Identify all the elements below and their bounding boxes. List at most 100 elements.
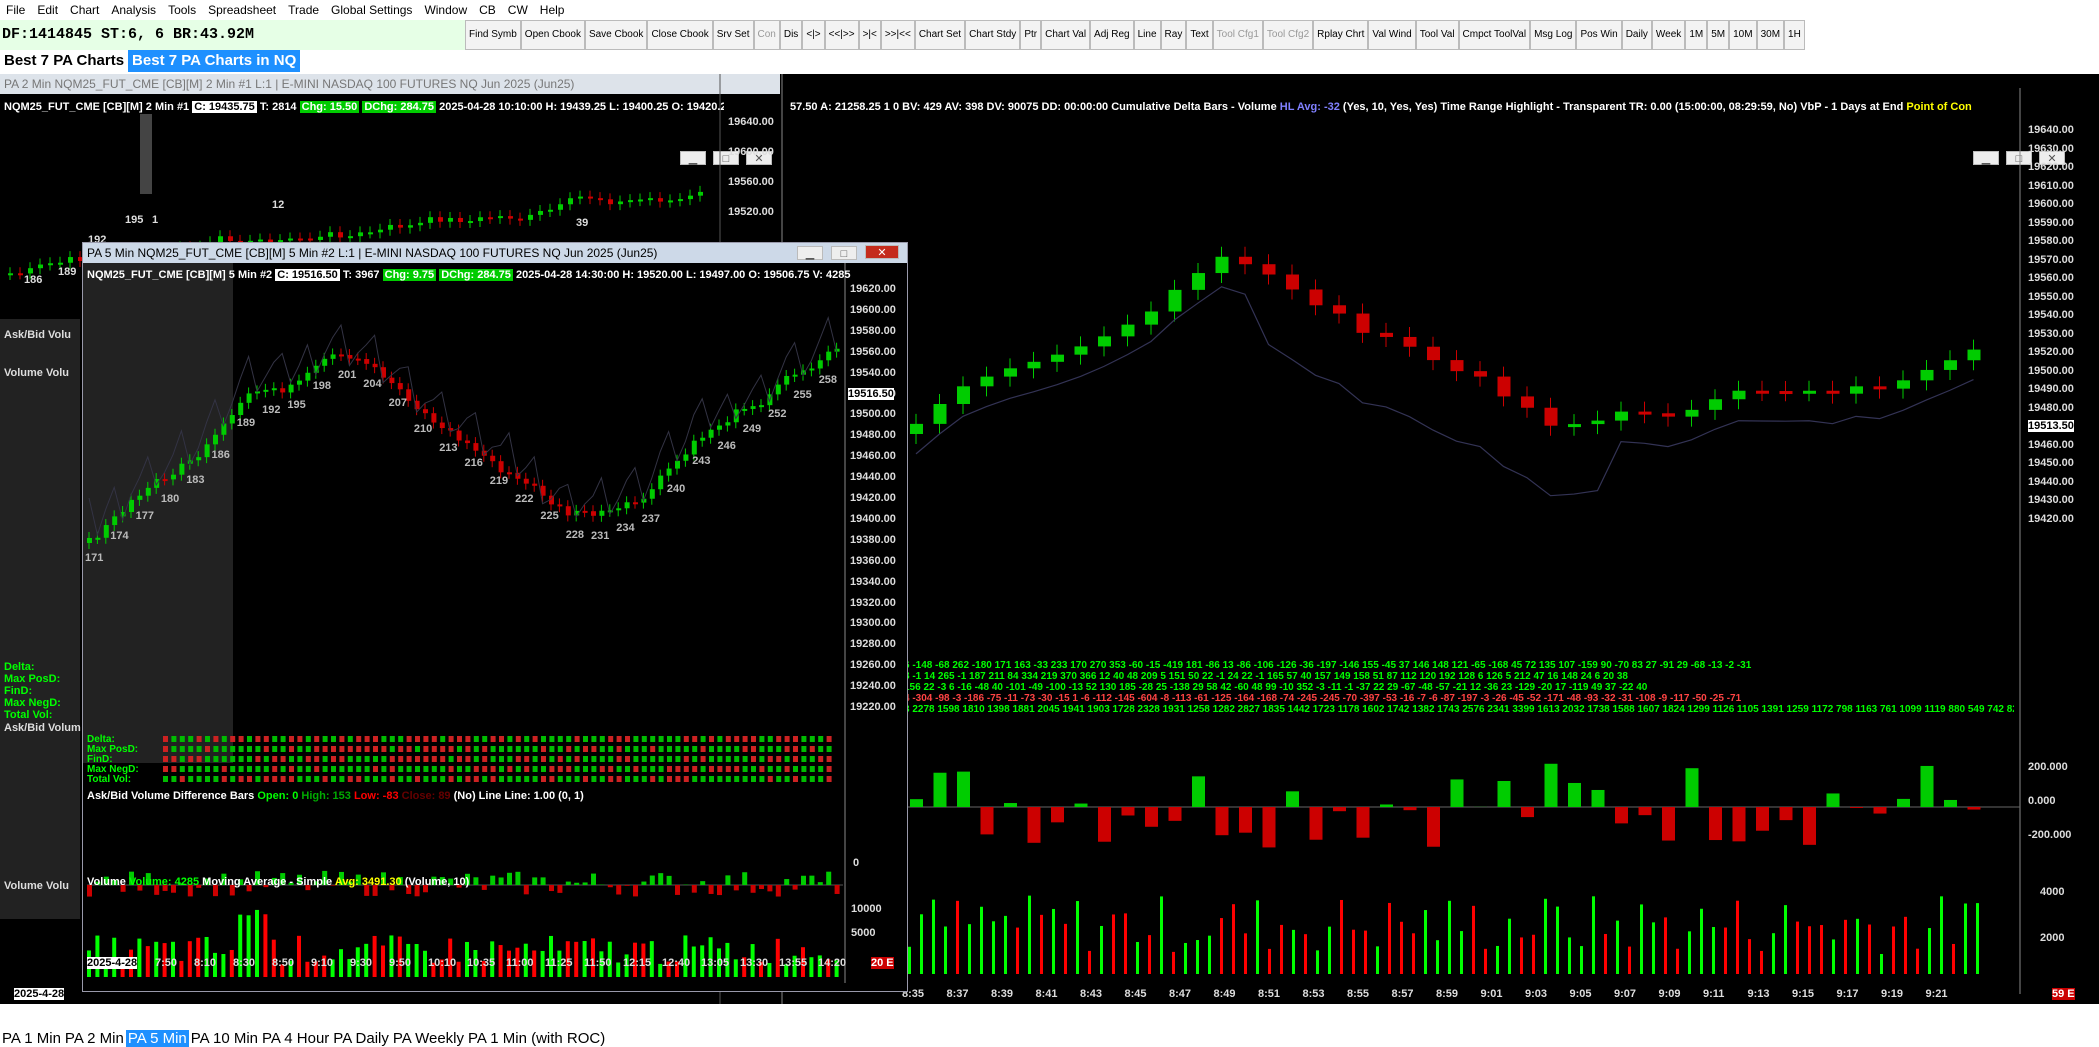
- main-time-label: 8:41: [1035, 988, 1058, 1000]
- pa5-delta-cell: [574, 756, 580, 762]
- pa5-delta-cell: [389, 746, 395, 752]
- toolbar-button-5[interactable]: Con: [753, 20, 780, 50]
- main-delta-row: 3 2278 1598 1810 1398 1881 2045 1941 190…: [904, 704, 2014, 715]
- pa5-delta-cell: [163, 776, 168, 782]
- toolbar-button-11[interactable]: Chart Set: [914, 20, 966, 50]
- toolbar-button-32[interactable]: 30M: [1756, 20, 1785, 50]
- toolbar-button-18[interactable]: Text: [1186, 20, 1213, 50]
- toolbar-button-29[interactable]: 1M: [1685, 20, 1708, 50]
- pa2-candle: [568, 198, 573, 205]
- toolbar-button-17[interactable]: Ray: [1160, 20, 1187, 50]
- pa5-delta-cell: [305, 736, 311, 742]
- toolbar-button-33[interactable]: 1H: [1784, 20, 1805, 50]
- chartbook-tab-6[interactable]: PA Weekly: [391, 1030, 466, 1047]
- toolbar-button-26[interactable]: Pos Win: [1576, 20, 1622, 50]
- toolbar-button-3[interactable]: Close Cbook: [647, 20, 713, 50]
- pa5-delta-cell: [188, 756, 194, 762]
- toolbar-button-23[interactable]: Tool Val: [1415, 20, 1459, 50]
- pa5-price-label: 19340.00: [850, 575, 896, 588]
- toolbar-button-25[interactable]: Msg Log: [1530, 20, 1577, 50]
- menu-spreadsheet[interactable]: Spreadsheet: [202, 0, 282, 20]
- page-tab-0[interactable]: Best 7 PA Charts: [0, 50, 128, 72]
- toolbar-button-4[interactable]: Srv Set: [712, 20, 754, 50]
- pa5-delta-cell: [423, 776, 429, 782]
- pa5-delta-cell: [356, 746, 362, 752]
- chartbook-tab-3[interactable]: PA 10 Min: [189, 1030, 260, 1047]
- pa5-delta-cell: [238, 756, 244, 762]
- main-volume-bar: [1868, 924, 1871, 974]
- menu-chart[interactable]: Chart: [64, 0, 105, 20]
- toolbar-button-14[interactable]: Chart Val: [1041, 20, 1091, 50]
- pa5-delta-cell: [221, 776, 227, 782]
- pa5-delta-cell: [776, 736, 782, 742]
- menu-global-settings[interactable]: Global Settings: [325, 0, 418, 20]
- pa5-candle: [532, 483, 538, 486]
- main-time-label: 8:37: [946, 988, 969, 1000]
- pa5-delta-cell: [751, 746, 756, 752]
- main-volume-bar: [1412, 933, 1415, 974]
- toolbar-button-7[interactable]: <|>: [802, 20, 825, 50]
- menu-tools[interactable]: Tools: [162, 0, 202, 20]
- pa2-candle: [628, 200, 633, 203]
- toolbar-button-10[interactable]: >>|<<: [880, 20, 915, 50]
- menu-file[interactable]: File: [0, 0, 31, 20]
- toolbar-button-9[interactable]: >|<: [858, 20, 881, 50]
- toolbar-button-30[interactable]: 5M: [1707, 20, 1730, 50]
- pa5-window[interactable]: PA 5 Min NQM25_FUT_CME [CB][M] 5 Min #2 …: [82, 242, 908, 992]
- toolbar-button-6[interactable]: Dis: [779, 20, 803, 50]
- pa5-delta-cell: [381, 776, 387, 782]
- pa5-delta-cell: [784, 766, 790, 772]
- toolbar-button-19[interactable]: Tool Cfg1: [1212, 20, 1263, 50]
- pa5-delta-cell: [549, 776, 555, 782]
- toolbar-button-15[interactable]: Adj Reg: [1090, 20, 1134, 50]
- main-candle: [1709, 399, 1722, 410]
- toolbar-button-28[interactable]: Week: [1651, 20, 1686, 50]
- chartbook-tab-0[interactable]: PA 1 Min: [0, 1030, 63, 1047]
- toolbar-button-24[interactable]: Cmpct ToolVal: [1458, 20, 1531, 50]
- toolbar-button-12[interactable]: Chart Stdy: [965, 20, 1021, 50]
- main-price-label: 19630.00: [2028, 142, 2074, 155]
- toolbar-button-2[interactable]: Save Cbook: [584, 20, 648, 50]
- toolbar-button-27[interactable]: Daily: [1621, 20, 1652, 50]
- menu-cw[interactable]: CW: [502, 0, 534, 20]
- toolbar-button-13[interactable]: Ptr: [1020, 20, 1042, 50]
- pa5-delta-cell: [406, 746, 412, 752]
- pa5-candle: [246, 393, 252, 403]
- menu-analysis[interactable]: Analysis: [105, 0, 162, 20]
- page-tab-1[interactable]: Best 7 PA Charts in NQ: [128, 50, 301, 72]
- toolbar-button-22[interactable]: Val Wind: [1368, 20, 1416, 50]
- pa5-volume-bar: [187, 941, 192, 977]
- toolbar-button-0[interactable]: Find Symb: [465, 20, 521, 50]
- menu-edit[interactable]: Edit: [31, 0, 64, 20]
- pa5-delta-cell: [566, 736, 572, 742]
- pa5-window-titlebar[interactable]: PA 5 Min NQM25_FUT_CME [CB][M] 5 Min #2 …: [83, 243, 907, 263]
- toolbar-button-21[interactable]: Rplay Chrt: [1313, 20, 1369, 50]
- pa5-close-button[interactable]: ✕: [865, 245, 899, 259]
- pa5-maximize-button[interactable]: □: [831, 246, 857, 260]
- toolbar-button-16[interactable]: Line: [1133, 20, 1161, 50]
- main-candle: [1051, 354, 1064, 362]
- toolbar-button-1[interactable]: Open Cbook: [520, 20, 585, 50]
- pa5-delta-cell: [255, 776, 261, 782]
- pa5-candle: [95, 537, 101, 540]
- chartbook-tab-2[interactable]: PA 5 Min: [125, 1030, 189, 1047]
- toolbar-button-8[interactable]: <<|>>: [824, 20, 859, 50]
- pa5-delta-cell: [641, 756, 647, 762]
- pa5-candle: [666, 468, 672, 476]
- pa5-time-label: 14:20: [818, 957, 847, 969]
- pa5-delta-cell: [591, 766, 597, 772]
- menu-cb[interactable]: CB: [473, 0, 502, 20]
- chartbook-tab-5[interactable]: PA Daily: [331, 1030, 391, 1047]
- chartbook-tab-1[interactable]: PA 2 Min: [63, 1030, 126, 1047]
- pa5-candle: [742, 408, 748, 411]
- menu-help[interactable]: Help: [534, 0, 571, 20]
- main-delta-bar: [1615, 807, 1628, 824]
- chartbook-tab-4[interactable]: PA 4 Hour: [260, 1030, 331, 1047]
- pa5-minimize-button[interactable]: ▁: [797, 246, 823, 260]
- menu-trade[interactable]: Trade: [282, 0, 325, 20]
- toolbar-button-31[interactable]: 10M: [1729, 20, 1757, 50]
- chartbook-tab-7[interactable]: PA 1 Min (with ROC): [466, 1030, 607, 1047]
- pa5-delta-cell: [272, 776, 278, 782]
- toolbar-button-20[interactable]: Tool Cfg2: [1262, 20, 1314, 50]
- menu-window[interactable]: Window: [418, 0, 473, 20]
